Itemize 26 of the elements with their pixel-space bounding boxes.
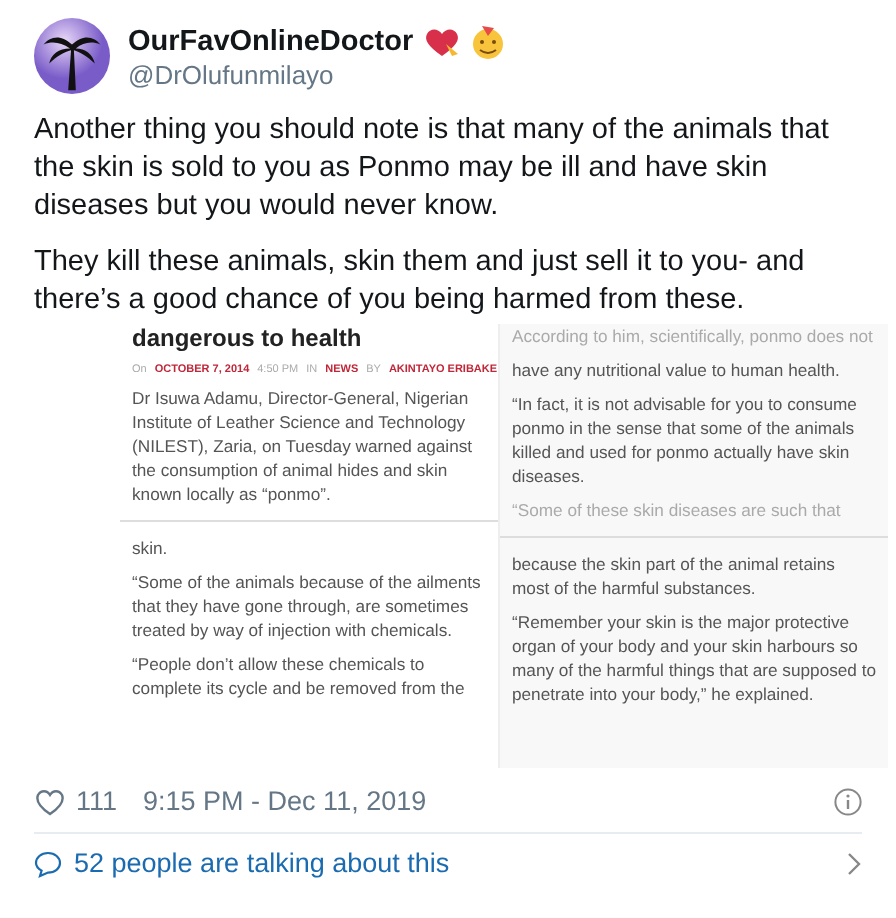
conversation-link[interactable]: 52 people are talking about this: [74, 848, 450, 878]
article-screenshot[interactable]: [120, 324, 888, 768]
heart-icon: [423, 25, 460, 57]
like-count: 111: [76, 786, 118, 816]
article-paragraph: “Remember your skin is the major protective organ of your body and your skin harbours so many of the harmful things that are supposed to penetrate into your body,” he explained.: [512, 610, 876, 706]
article-paragraph: Dr Isuwa Adamu, Director-General, Nigerian Institute of Leather Science and Technology (NILEST), Zaria, on Tuesday warned against the consumption of animal hides and skin known locally as “ponmo”.: [132, 386, 475, 506]
timestamp[interactable]: 9:15 PM - Dec 11, 2019: [143, 786, 427, 816]
chevron-right-icon[interactable]: [846, 851, 862, 875]
avatar[interactable]: [34, 18, 110, 94]
tweet-text: They kill these animals, skin them and just sell it to you- and there’s a good chance of you being harmed from these.: [34, 244, 807, 320]
article-paragraph: According to him, scientifically, ponmo does not: [512, 324, 875, 348]
article-paragraph: skin.: [132, 536, 170, 560]
article-paragraph: “Some of the animals because of the ailments that they have gone through, are sometimes treated by way of injection with chemicals.: [132, 570, 483, 642]
article-paragraph: have any nutritional value to human health.: [512, 358, 842, 382]
article-paragraph: “Some of these skin diseases are such that: [512, 498, 843, 522]
info-icon[interactable]: [834, 787, 862, 815]
author-name[interactable]: OurFavOnlineDoctor: [128, 25, 414, 57]
heart-icon[interactable]: [34, 787, 66, 815]
author-handle[interactable]: @DrOlufunmilayo: [128, 59, 506, 89]
article-heading: dangerous to health: [132, 324, 364, 354]
article-paragraph: because the skin part of the animal retains most of the harmful substances.: [512, 552, 837, 600]
comment-icon: [34, 849, 62, 877]
article-paragraph: “In fact, it is not advisable for you to consume ponmo in the sense that some of the animals killed and used for ponmo actually have skin diseases.: [512, 392, 859, 488]
tweet-text: Another thing you should note is that many of the animals that the skin is sold to you as Ponmo may be ill and have skin diseases but you would never know.: [34, 112, 831, 226]
article-paragraph: “People don’t allow these chemicals to complete its cycle and be removed from the: [132, 652, 467, 700]
party-face-icon: [469, 23, 506, 59]
